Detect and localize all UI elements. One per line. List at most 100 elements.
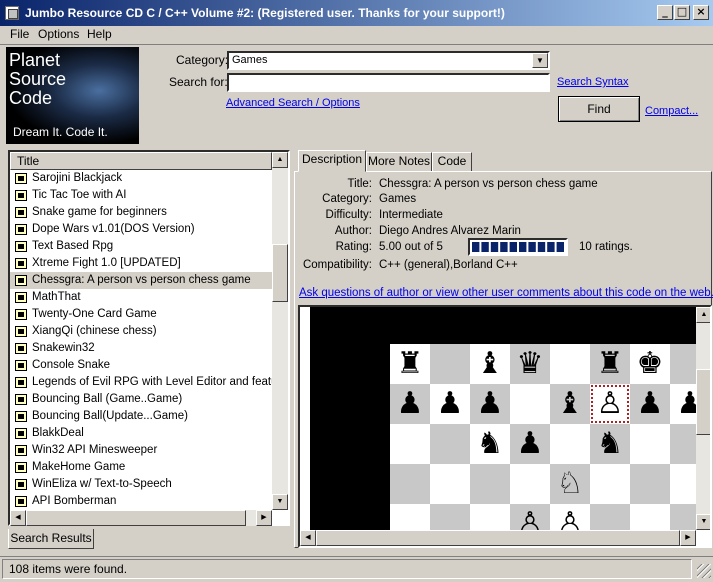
list-item[interactable]: MakeHome Game [10,459,272,476]
board-square [670,464,696,504]
code-file-icon [15,445,27,456]
rating-segment [481,242,489,252]
window-title: Jumbo Resource CD C / C++ Volume #2: (Re… [25,6,505,20]
list-item[interactable]: BlakkDeal [10,425,272,442]
list-item[interactable]: Twenty-One Card Game [10,306,272,323]
board-square [430,424,470,464]
list-item[interactable]: WinEliza w/ Text-to-Speech [10,476,272,493]
scroll-right-icon[interactable]: ▶ [256,510,272,526]
scroll-left-icon[interactable]: ◀ [10,510,26,526]
list-item[interactable]: Dope Wars v1.01(DOS Version) [10,221,272,238]
list-item[interactable]: Chessgra: A person vs person chess game [10,272,272,289]
code-file-icon [15,190,27,201]
rating-segment [519,242,527,252]
category-select[interactable]: Games ▼ [227,51,550,70]
viewer-scroll-up-icon[interactable]: ▲ [696,307,710,323]
viewer-vertical-scrollbar[interactable]: ▲ ▼ [696,307,710,530]
title-label: Title: [347,178,373,190]
advanced-search-link[interactable]: Advanced Search / Options [226,97,360,109]
detail-title: Chessgra: A person vs person chess game [379,178,598,190]
board-square [630,504,670,530]
list-item[interactable]: API Bomberman [10,493,272,510]
difficulty-label: Difficulty: [325,209,372,221]
chess-screenshot: ♜♝♛♜♚♟♟♟♝♙♟♟♞♟♞♘♙♙ [310,307,696,530]
viewer-scroll-down-icon[interactable]: ▼ [696,514,710,530]
logo-line-2: Source [9,69,67,89]
code-file-icon [15,411,27,422]
detail-compatibility: C++ (general),Borland C++ [379,259,518,271]
board-square [430,344,470,384]
search-input[interactable] [227,73,550,92]
list-item-title: Tic Tac Toe with AI [32,189,127,201]
results-pane: Title Sarojini Blackjack Tic Tac Toe with… [8,150,290,526]
board-square: ♟ [670,384,696,424]
hscroll-thumb[interactable] [26,510,246,526]
viewer-horizontal-scrollbar[interactable]: ◀ ▶ [300,530,696,546]
list-item[interactable]: Text Based Rpg [10,238,272,255]
tab-code[interactable]: Code [432,152,472,172]
list-item[interactable]: Tic Tac Toe with AI [10,187,272,204]
minimize-button[interactable]: _ [657,5,673,20]
find-button[interactable]: Find [558,96,640,122]
viewer-scroll-right-icon[interactable]: ▶ [680,530,696,546]
board-square: ♙ [550,504,590,530]
list-item[interactable]: Bouncing Ball(Update...Game) [10,408,272,425]
column-header-title[interactable]: Title [10,152,272,170]
results-vertical-scrollbar[interactable]: ▲ ▼ [272,152,288,510]
scroll-up-icon[interactable]: ▲ [272,152,288,168]
status-bar: 108 items were found. [0,556,713,580]
list-item[interactable]: Snakewin32 [10,340,272,357]
list-item[interactable]: Snake game for beginners [10,204,272,221]
list-item-title: Xtreme Fight 1.0 [UPDATED] [32,257,181,269]
category-detail-label: Category: [322,193,372,205]
list-item[interactable]: Xtreme Fight 1.0 [UPDATED] [10,255,272,272]
board-square: ♟ [630,384,670,424]
code-file-icon [15,377,27,388]
code-file-icon [15,309,27,320]
results-horizontal-scrollbar[interactable]: ◀ ▶ [10,510,272,526]
resize-grip-icon[interactable] [697,564,711,578]
menu-options[interactable]: Options [34,27,83,41]
list-item[interactable]: Legends of Evil RPG with Level Editor an… [10,374,272,391]
menu-help[interactable]: Help [83,27,116,41]
code-file-icon [15,479,27,490]
tab-more-notes[interactable]: More Notes [366,152,432,172]
board-square [510,384,550,424]
board-square [670,344,696,384]
tab-description[interactable]: Description [298,150,366,172]
rating-segment [528,242,536,252]
comments-link[interactable]: Ask questions of author or view other us… [299,287,713,299]
list-item[interactable]: MathThat [10,289,272,306]
maximize-button[interactable]: □ [674,5,690,20]
app-icon[interactable] [5,6,19,20]
list-item[interactable]: Console Snake [10,357,272,374]
title-bar[interactable]: Jumbo Resource CD C / C++ Volume #2: (Re… [0,0,713,26]
board-square [670,504,696,530]
menu-file[interactable]: File [6,27,33,41]
viewer-scroll-thumb[interactable] [696,369,710,435]
list-item[interactable]: Win32 API Minesweeper [10,442,272,459]
logo-line-1: Planet [9,50,61,70]
board-square: ♟ [470,384,510,424]
category-label: Category: [176,53,229,67]
list-item-title: Chessgra: A person vs person chess game [32,274,251,286]
board-square: ♟ [430,384,470,424]
list-item[interactable]: XiangQi (chinese chess) [10,323,272,340]
search-syntax-link[interactable]: Search Syntax [557,76,629,88]
close-button[interactable]: × [693,5,709,20]
board-square [470,504,510,530]
tab-search-results[interactable]: Search Results [8,529,94,549]
code-file-icon [15,394,27,405]
list-item-title: Snake game for beginners [32,206,167,218]
board-square [630,424,670,464]
list-item-title: Legends of Evil RPG with Level Editor an… [32,376,272,388]
viewer-hscroll-thumb[interactable] [316,530,680,546]
list-item[interactable]: Bouncing Ball (Game..Game) [10,391,272,408]
viewer-scroll-left-icon[interactable]: ◀ [300,530,316,546]
scroll-down-icon[interactable]: ▼ [272,494,288,510]
compact-link[interactable]: Compact... [645,105,698,117]
code-file-icon [15,326,27,337]
chevron-down-icon[interactable]: ▼ [532,53,548,68]
menu-bar: File Options Help [0,26,713,44]
list-item[interactable]: Sarojini Blackjack [10,170,272,187]
